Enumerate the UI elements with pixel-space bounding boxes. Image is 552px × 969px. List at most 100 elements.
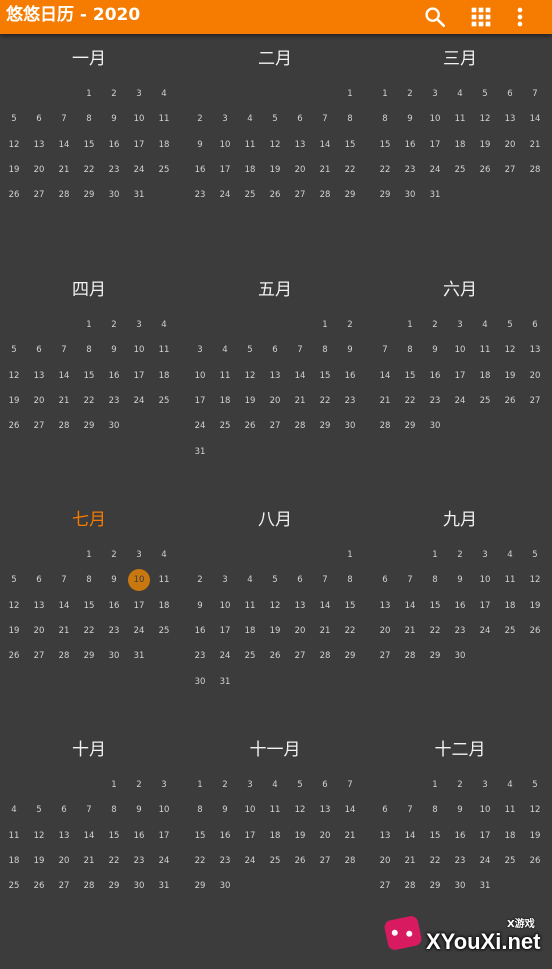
day-cell[interactable]: 12 <box>3 595 25 617</box>
day-cell[interactable]: 16 <box>214 825 236 847</box>
day-cell[interactable]: 24 <box>449 390 471 412</box>
day-cell[interactable]: 31 <box>189 441 211 463</box>
day-cell[interactable]: 9 <box>424 339 446 361</box>
day-cell[interactable]: 1 <box>103 774 125 796</box>
day-cell[interactable]: 14 <box>399 825 421 847</box>
day-cell[interactable]: 13 <box>53 825 75 847</box>
day-cell[interactable]: 25 <box>239 184 261 206</box>
day-cell[interactable]: 11 <box>264 799 286 821</box>
day-cell[interactable]: 18 <box>239 620 261 642</box>
day-cell[interactable]: 14 <box>78 825 100 847</box>
month-title[interactable]: 八月 <box>225 509 325 531</box>
day-cell[interactable]: 9 <box>189 134 211 156</box>
day-cell[interactable]: 8 <box>78 339 100 361</box>
day-cell[interactable]: 26 <box>3 645 25 667</box>
day-cell[interactable]: 25 <box>153 620 175 642</box>
day-cell[interactable]: 3 <box>474 774 496 796</box>
day-cell[interactable]: 7 <box>524 83 546 105</box>
day-cell[interactable]: 15 <box>339 134 361 156</box>
day-cell[interactable]: 17 <box>189 390 211 412</box>
day-cell[interactable]: 15 <box>78 595 100 617</box>
day-cell[interactable]: 2 <box>103 314 125 336</box>
month-title[interactable]: 九月 <box>410 509 510 531</box>
day-cell[interactable]: 21 <box>53 159 75 181</box>
day-cell[interactable]: 2 <box>214 774 236 796</box>
day-cell[interactable]: 27 <box>264 415 286 437</box>
day-cell[interactable]: 17 <box>128 595 150 617</box>
day-cell[interactable]: 11 <box>449 108 471 130</box>
day-cell[interactable]: 5 <box>239 339 261 361</box>
day-cell[interactable]: 11 <box>499 569 521 591</box>
day-cell[interactable]: 6 <box>499 83 521 105</box>
day-cell[interactable]: 31 <box>153 875 175 897</box>
day-cell[interactable]: 12 <box>524 799 546 821</box>
day-cell[interactable]: 27 <box>374 645 396 667</box>
day-cell[interactable]: 12 <box>524 569 546 591</box>
day-cell[interactable]: 9 <box>128 799 150 821</box>
day-cell[interactable]: 5 <box>264 108 286 130</box>
day-cell[interactable]: 19 <box>499 365 521 387</box>
day-cell[interactable]: 4 <box>449 83 471 105</box>
day-cell[interactable]: 25 <box>214 415 236 437</box>
day-cell[interactable]: 2 <box>449 544 471 566</box>
day-cell[interactable]: 17 <box>128 134 150 156</box>
month-title[interactable]: 二月 <box>225 48 325 70</box>
day-cell[interactable]: 18 <box>239 159 261 181</box>
day-cell[interactable]: 24 <box>239 850 261 872</box>
day-cell[interactable]: 26 <box>28 875 50 897</box>
day-cell[interactable]: 9 <box>449 569 471 591</box>
day-cell[interactable]: 25 <box>153 390 175 412</box>
day-cell[interactable]: 29 <box>103 875 125 897</box>
day-cell[interactable]: 5 <box>524 774 546 796</box>
day-cell[interactable]: 6 <box>374 799 396 821</box>
day-cell[interactable]: 24 <box>128 620 150 642</box>
day-cell[interactable]: 14 <box>53 595 75 617</box>
day-cell[interactable]: 24 <box>128 390 150 412</box>
day-cell[interactable]: 3 <box>128 83 150 105</box>
day-cell[interactable]: 9 <box>214 799 236 821</box>
day-cell[interactable]: 6 <box>53 799 75 821</box>
day-cell[interactable]: 28 <box>374 415 396 437</box>
day-cell[interactable]: 16 <box>189 159 211 181</box>
day-cell[interactable]: 2 <box>424 314 446 336</box>
day-cell[interactable]: 8 <box>314 339 336 361</box>
day-cell[interactable]: 4 <box>3 799 25 821</box>
day-cell[interactable]: 7 <box>53 569 75 591</box>
month-title[interactable]: 十二月 <box>410 739 510 761</box>
day-cell[interactable]: 29 <box>339 184 361 206</box>
day-cell[interactable]: 18 <box>214 390 236 412</box>
day-cell[interactable]: 22 <box>399 390 421 412</box>
day-cell[interactable]: 3 <box>449 314 471 336</box>
day-cell[interactable]: 3 <box>214 569 236 591</box>
day-cell[interactable]: 21 <box>289 390 311 412</box>
day-cell[interactable]: 12 <box>28 825 50 847</box>
day-cell[interactable]: 10 <box>189 365 211 387</box>
more-options-button[interactable] <box>506 3 534 31</box>
day-cell[interactable]: 16 <box>339 365 361 387</box>
day-cell[interactable]: 6 <box>314 774 336 796</box>
day-cell[interactable]: 20 <box>264 390 286 412</box>
day-cell[interactable]: 4 <box>474 314 496 336</box>
day-cell[interactable]: 2 <box>189 108 211 130</box>
day-cell[interactable]: 5 <box>264 569 286 591</box>
day-cell[interactable]: 27 <box>28 415 50 437</box>
day-cell[interactable]: 17 <box>214 620 236 642</box>
day-cell[interactable]: 8 <box>399 339 421 361</box>
day-cell[interactable]: 4 <box>153 83 175 105</box>
day-cell[interactable]: 23 <box>214 850 236 872</box>
day-cell[interactable]: 30 <box>449 875 471 897</box>
day-cell[interactable]: 12 <box>474 108 496 130</box>
day-cell[interactable]: 30 <box>449 645 471 667</box>
day-cell[interactable]: 11 <box>214 365 236 387</box>
day-cell[interactable]: 3 <box>153 774 175 796</box>
day-cell[interactable]: 20 <box>289 620 311 642</box>
day-cell[interactable]: 22 <box>374 159 396 181</box>
day-cell[interactable]: 31 <box>128 645 150 667</box>
day-cell[interactable]: 13 <box>28 365 50 387</box>
day-cell[interactable]: 23 <box>189 184 211 206</box>
day-cell[interactable]: 27 <box>289 184 311 206</box>
day-cell[interactable]: 11 <box>499 799 521 821</box>
day-cell[interactable]: 28 <box>53 415 75 437</box>
day-cell[interactable]: 10 <box>424 108 446 130</box>
day-cell[interactable]: 22 <box>339 620 361 642</box>
